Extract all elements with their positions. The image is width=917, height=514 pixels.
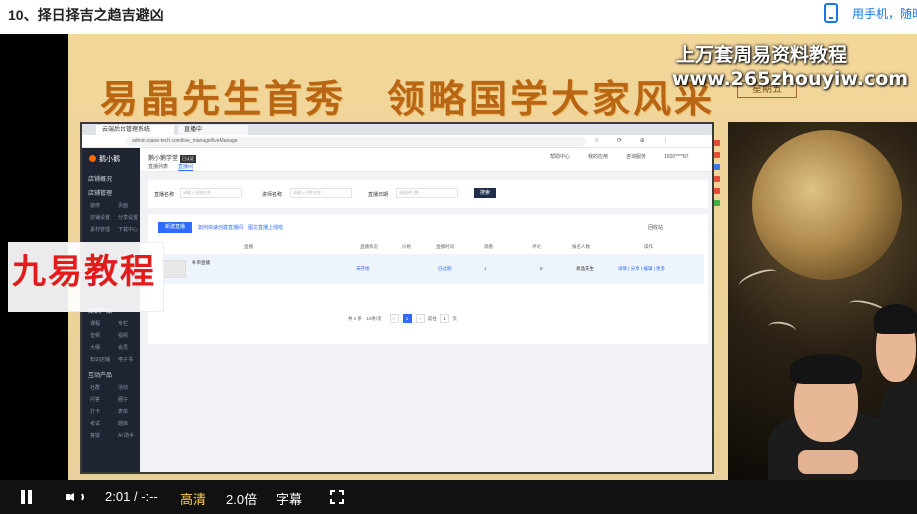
mobile-promo-link[interactable]: 用手机，随时 [852,5,917,22]
player-controls: 2:01 / -:-- 高清 2.0倍 字幕 [0,480,917,514]
address-field: admin.xiaoe-tech.com/live_manage/liveMan… [126,137,586,146]
browser-tab: 云端后台管理系统 [96,125,174,135]
crane-decoration [736,265,780,293]
admin-content: 鹅小鹅学堂 已认证 帮助中心 我的应用 咨询服务 1820****87 直播列表 直播间 … [140,148,712,472]
browser-address-bar: admin.xiaoe-tech.com/live_manage/liveMan… [82,135,712,148]
app-logo: 鹅小鹅 [89,154,120,164]
desktop-side-icons [714,134,722,474]
volume-icon[interactable] [66,490,86,504]
search-button: 搜索 [474,188,496,198]
brand-caption: 上万套周易资料教程 [676,45,848,66]
watermark: 九易教程 [12,252,156,292]
video-banner-title: 易晶先生首秀 领略国学大家风采 [100,76,716,121]
pagination: 共 1 条 10条/页 ‹ 1 › 前往 1 页 [348,314,457,323]
live-list: 新建直播 如何快速创建直播间 图文直播上线啦 回收站 直播 直播状态 价格 直播… [148,214,708,344]
course-video-page: 10、择日择吉之趋吉避凶 用手机，随时 易晶先生首秀 领略国学大家风采 星期五 … [0,0,917,514]
recorded-screen: 云端后台管理系统 直播中 admin.xiaoe-tech.com/live_m… [80,122,714,474]
speed-button[interactable]: 2.0倍 [226,489,257,508]
table-row: 补单直播 未开始 已过期 1 0 易晶先生 详情 | 分享 | 编辑 | 更多 [152,254,704,284]
course-title: 10、择日择吉之趋吉避凶 [8,7,164,23]
content-header: 鹅小鹅学堂 已认证 帮助中心 我的应用 咨询服务 1820****87 直播列表 直播间 [140,148,712,172]
filter-panel: 直播名称 请输入直播名称 讲师名称 请输入讲师名称 直播日期 请选择日期 搜索 [148,180,708,208]
browser-tab: 直播中 [178,125,248,135]
help-links: 如何快速创建直播间 图文直播上线啦 [198,225,284,231]
header-links: 帮助中心 我的应用 咨询服务 1820****87 [550,154,689,160]
browser-toolbar-icons: ☆ ⟳ ⊕ ⋮ [594,138,677,144]
subtitles-button[interactable]: 字幕 [276,489,302,508]
fullscreen-icon[interactable] [330,490,344,504]
sub-tabs: 直播列表 直播间 [148,164,194,171]
brand-url: www.265zhouyiw.com [672,68,909,90]
video-player[interactable]: 易晶先生首秀 领略国学大家风采 星期五 上万套周易资料教程 www.265zho… [0,34,917,514]
moon-backdrop [752,130,902,280]
pause-icon[interactable] [20,490,34,504]
browser-tabbar: 云端后台管理系统 直播中 [82,124,712,135]
sidebar-section: 店铺概况 [88,177,113,183]
create-live-button: 新建直播 [158,222,192,233]
time-display: 2:01 / -:-- [105,489,158,504]
crane-decoration [766,319,798,339]
sidebar-section: 店铺管理 [88,191,113,197]
table-header: 直播 直播状态 价格 直播时间 观看 评论 报名人数 操作 [244,244,653,249]
store-name: 鹅小鹅学堂 已认证 [148,155,197,163]
sidebar-section: 互动产品 [88,373,113,379]
phone-icon[interactable] [824,3,838,23]
quality-button[interactable]: 高清 [180,489,206,508]
recycle-bin-link: 回收站 [648,225,664,231]
top-bar: 10、择日择吉之趋吉避凶 用手机，随时 [0,0,917,34]
presenter-camera [728,122,917,480]
